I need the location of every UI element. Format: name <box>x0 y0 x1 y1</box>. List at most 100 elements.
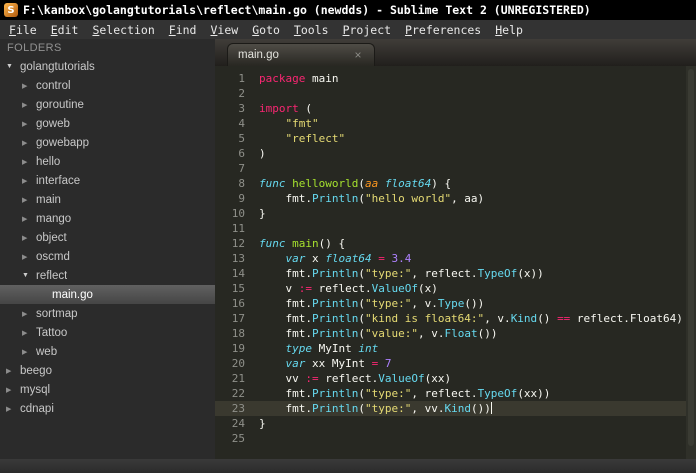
code-line-20[interactable]: 20 var xx MyInt = 7 <box>215 356 696 371</box>
chevron-right-icon[interactable]: ▶ <box>6 405 20 413</box>
code-line-4[interactable]: 4 "fmt" <box>215 116 696 131</box>
chevron-down-icon[interactable]: ▼ <box>6 63 20 70</box>
scrollbar[interactable] <box>686 66 696 459</box>
code-text: fmt.Println("type:", reflect.TypeOf(xx)) <box>259 387 551 400</box>
code-line-6[interactable]: 6) <box>215 146 696 161</box>
code-line-5[interactable]: 5 "reflect" <box>215 131 696 146</box>
menu-item-selection[interactable]: Selection <box>85 22 161 38</box>
menu-item-help[interactable]: Help <box>488 22 530 38</box>
code-line-15[interactable]: 15 v := reflect.ValueOf(x) <box>215 281 696 296</box>
code-text: fmt.Println("value:", v.Float()) <box>259 327 498 340</box>
chevron-right-icon[interactable]: ▶ <box>22 348 36 356</box>
sidebar-folder-main[interactable]: ▶ main <box>0 190 215 209</box>
menu-item-file[interactable]: File <box>2 22 44 38</box>
sidebar-folder-mango[interactable]: ▶ mango <box>0 209 215 228</box>
code-text: type MyInt int <box>285 342 379 355</box>
tree-item-label: golangtutorials <box>20 60 95 73</box>
chevron-right-icon[interactable]: ▶ <box>22 215 36 223</box>
editor-pane: main.go × 1 package main 2 3 import (4 "fmt"… <box>215 39 696 459</box>
tree-item-label: sortmap <box>36 307 78 320</box>
code-line-19[interactable]: 19 type MyInt int <box>215 341 696 356</box>
tree-item-label: web <box>36 345 58 358</box>
code-line-9[interactable]: 9 fmt.Println("hello world", aa) <box>215 191 696 206</box>
chevron-right-icon[interactable]: ▶ <box>22 120 36 128</box>
code-line-17[interactable]: 17 fmt.Println("kind is float64:", v.Kin… <box>215 311 696 326</box>
chevron-right-icon[interactable]: ▶ <box>22 82 36 90</box>
scrollbar-thumb[interactable] <box>688 69 694 447</box>
code-area[interactable]: 1 package main 2 3 import (4 "fmt" 5 "reflect… <box>215 66 696 459</box>
sidebar-folder-web[interactable]: ▶ web <box>0 342 215 361</box>
sidebar-folder-oscmd[interactable]: ▶ oscmd <box>0 247 215 266</box>
tree-item-label: Tattoo <box>36 326 68 339</box>
main-area: FOLDERS ▼ golangtutorials ▶ control ▶ gorouti… <box>0 39 696 459</box>
menu-item-tools[interactable]: Tools <box>287 22 336 38</box>
menu-item-goto[interactable]: Goto <box>245 22 287 38</box>
code-line-24[interactable]: 24} <box>215 416 696 431</box>
chevron-right-icon[interactable]: ▶ <box>22 158 36 166</box>
close-icon[interactable]: × <box>352 49 364 61</box>
chevron-right-icon[interactable]: ▶ <box>6 386 20 394</box>
tab-bar: main.go × <box>215 39 696 66</box>
code-line-18[interactable]: 18 fmt.Println("value:", v.Float()) <box>215 326 696 341</box>
status-bar <box>0 459 696 473</box>
code-text: ) <box>259 147 266 160</box>
code-text: var x float64 = 3.4 <box>285 252 412 265</box>
menu-item-project[interactable]: Project <box>336 22 398 38</box>
code-line-22[interactable]: 22 fmt.Println("type:", reflect.TypeOf(x… <box>215 386 696 401</box>
sidebar-folder-beego[interactable]: ▶ beego <box>0 361 215 380</box>
line-number: 4 <box>238 117 245 130</box>
sidebar-folder-object[interactable]: ▶ object <box>0 228 215 247</box>
code-text: fmt.Println("hello world", aa) <box>259 192 485 205</box>
chevron-right-icon[interactable]: ▶ <box>6 367 20 375</box>
sidebar-folder-sortmap[interactable]: ▶ sortmap <box>0 304 215 323</box>
menu-item-view[interactable]: View <box>203 22 245 38</box>
line-number: 2 <box>238 87 245 100</box>
sidebar-file-main.go[interactable]: main.go <box>0 285 215 304</box>
sidebar-folder-hello[interactable]: ▶ hello <box>0 152 215 171</box>
sidebar-folder-golangtutorials[interactable]: ▼ golangtutorials <box>0 57 215 76</box>
chevron-right-icon[interactable]: ▶ <box>22 234 36 242</box>
code-line-14[interactable]: 14 fmt.Println("type:", reflect.TypeOf(x… <box>215 266 696 281</box>
code-line-11[interactable]: 11 <box>215 221 696 236</box>
chevron-right-icon[interactable]: ▶ <box>22 310 36 318</box>
sidebar-folder-reflect[interactable]: ▼ reflect <box>0 266 215 285</box>
sidebar-folder-goroutine[interactable]: ▶ goroutine <box>0 95 215 114</box>
code-text: "reflect" <box>285 132 346 145</box>
sidebar-folder-tattoo[interactable]: ▶ Tattoo <box>0 323 215 342</box>
title-bar[interactable]: S F:\kanbox\golangtutorials\reflect\main… <box>0 0 696 20</box>
code-line-23[interactable]: 23 fmt.Println("type:", vv.Kind()) <box>215 401 696 416</box>
code-text: fmt.Println("kind is float64:", v.Kind()… <box>259 312 683 325</box>
app-icon[interactable]: S <box>4 3 18 17</box>
code-line-25[interactable]: 25 <box>215 431 696 446</box>
menu-item-preferences[interactable]: Preferences <box>398 22 488 38</box>
sidebar-folder-gowebapp[interactable]: ▶ gowebapp <box>0 133 215 152</box>
code-line-7[interactable]: 7 <box>215 161 696 176</box>
code-line-21[interactable]: 21 vv := reflect.ValueOf(xx) <box>215 371 696 386</box>
sidebar-folder-goweb[interactable]: ▶ goweb <box>0 114 215 133</box>
sidebar-folder-control[interactable]: ▶ control <box>0 76 215 95</box>
code-line-8[interactable]: 8 func helloworld(aa float64) { <box>215 176 696 191</box>
code-line-10[interactable]: 10} <box>215 206 696 221</box>
menu-item-edit[interactable]: Edit <box>44 22 86 38</box>
code-line-16[interactable]: 16 fmt.Println("type:", v.Type()) <box>215 296 696 311</box>
code-line-13[interactable]: 13 var x float64 = 3.4 <box>215 251 696 266</box>
chevron-right-icon[interactable]: ▶ <box>22 139 36 147</box>
code-text: v := reflect.ValueOf(x) <box>259 282 438 295</box>
line-number: 10 <box>231 207 245 220</box>
chevron-down-icon[interactable]: ▼ <box>22 272 36 279</box>
chevron-right-icon[interactable]: ▶ <box>22 196 36 204</box>
chevron-right-icon[interactable]: ▶ <box>22 253 36 261</box>
chevron-right-icon[interactable]: ▶ <box>22 329 36 337</box>
code-text: func main() { <box>259 237 346 250</box>
code-line-2[interactable]: 2 <box>215 86 696 101</box>
code-line-1[interactable]: 1 package main <box>215 71 696 86</box>
menu-item-find[interactable]: Find <box>162 22 204 38</box>
sidebar-folder-interface[interactable]: ▶ interface <box>0 171 215 190</box>
code-line-3[interactable]: 3 import ( <box>215 101 696 116</box>
sidebar-folder-mysql[interactable]: ▶ mysql <box>0 380 215 399</box>
chevron-right-icon[interactable]: ▶ <box>22 101 36 109</box>
code-line-12[interactable]: 12 func main() { <box>215 236 696 251</box>
sidebar-folder-cdnapi[interactable]: ▶ cdnapi <box>0 399 215 418</box>
tab-main-go[interactable]: main.go × <box>227 43 375 66</box>
chevron-right-icon[interactable]: ▶ <box>22 177 36 185</box>
